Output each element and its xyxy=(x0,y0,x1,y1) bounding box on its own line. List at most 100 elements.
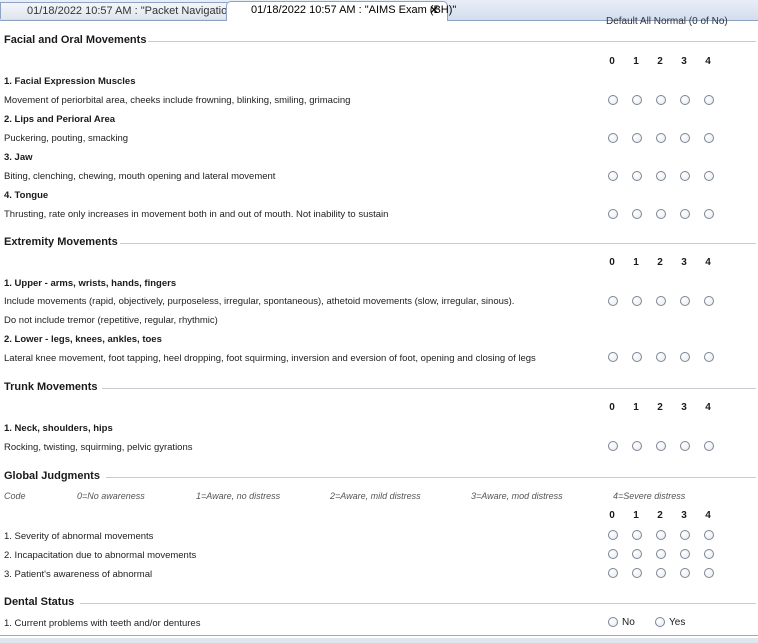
score-radio-group xyxy=(600,209,730,221)
score-radio-0[interactable] xyxy=(608,95,618,105)
score-radio-3[interactable] xyxy=(680,568,690,578)
score-radio-0[interactable] xyxy=(608,441,618,451)
item-description: Thrusting, rate only increases in moveme… xyxy=(4,209,389,220)
item-title: 4. Tongue xyxy=(4,190,49,201)
score-radio-0[interactable] xyxy=(608,171,618,181)
code-legend-3: 3=Aware, mod distress xyxy=(471,491,563,501)
score-radio-3[interactable] xyxy=(680,296,690,306)
score-scale-header: 0 1 2 3 4 xyxy=(600,56,730,70)
dental-option-yes: Yes xyxy=(669,617,686,628)
score-radio-group xyxy=(600,95,730,107)
divider xyxy=(120,243,756,244)
item-title: 1. Upper - arms, wrists, hands, fingers xyxy=(4,278,177,289)
score-radio-4[interactable] xyxy=(704,171,714,181)
score-radio-4[interactable] xyxy=(704,352,714,362)
score-radio-1[interactable] xyxy=(632,296,642,306)
scale-label: 0 xyxy=(609,257,615,268)
score-radio-3[interactable] xyxy=(680,133,690,143)
score-radio-0[interactable] xyxy=(608,209,618,219)
divider xyxy=(0,635,758,636)
scale-label: 0 xyxy=(609,56,615,67)
scale-label: 3 xyxy=(681,257,687,268)
section-title-dental-status: Dental Status xyxy=(4,596,75,608)
score-radio-1[interactable] xyxy=(632,549,642,559)
score-radio-1[interactable] xyxy=(632,133,642,143)
score-radio-4[interactable] xyxy=(704,441,714,451)
score-radio-2[interactable] xyxy=(656,209,666,219)
global-code-legend: Code 0=No awareness 1=Aware, no distress… xyxy=(4,491,704,503)
score-radio-2[interactable] xyxy=(656,549,666,559)
scale-label: 1 xyxy=(633,402,639,413)
scale-label: 4 xyxy=(705,510,711,521)
score-radio-4[interactable] xyxy=(704,530,714,540)
item-title: 2. Lips and Perioral Area xyxy=(4,114,116,125)
score-radio-group xyxy=(600,133,730,145)
score-radio-4[interactable] xyxy=(704,95,714,105)
section-title-global-judgments: Global Judgments xyxy=(4,470,100,482)
section-title-extremity: Extremity Movements xyxy=(4,236,118,248)
score-radio-3[interactable] xyxy=(680,530,690,540)
scale-label: 1 xyxy=(633,257,639,268)
score-radio-0[interactable] xyxy=(608,568,618,578)
score-radio-0[interactable] xyxy=(608,530,618,540)
section-title-facial-oral: Facial and Oral Movements xyxy=(4,34,147,46)
score-scale-header: 0 1 2 3 4 xyxy=(600,257,730,271)
scale-label: 2 xyxy=(657,510,663,521)
score-radio-1[interactable] xyxy=(632,171,642,181)
score-radio-3[interactable] xyxy=(680,549,690,559)
score-radio-0[interactable] xyxy=(608,549,618,559)
score-radio-group xyxy=(600,352,730,364)
divider xyxy=(106,477,756,478)
code-legend-0: 0=No awareness xyxy=(77,491,145,501)
score-radio-0[interactable] xyxy=(608,352,618,362)
score-radio-1[interactable] xyxy=(632,352,642,362)
score-radio-2[interactable] xyxy=(656,441,666,451)
score-radio-4[interactable] xyxy=(704,568,714,578)
item-title: 1. Neck, shoulders, hips xyxy=(4,423,113,434)
scale-label: 3 xyxy=(681,402,687,413)
dental-radio-yes[interactable] xyxy=(655,617,665,627)
item-description: Rocking, twisting, squirming, pelvic gyr… xyxy=(4,442,193,453)
scale-label: 1 xyxy=(633,510,639,521)
score-radio-4[interactable] xyxy=(704,209,714,219)
score-radio-4[interactable] xyxy=(704,549,714,559)
scale-label: 3 xyxy=(681,510,687,521)
score-radio-2[interactable] xyxy=(656,171,666,181)
score-radio-0[interactable] xyxy=(608,133,618,143)
scale-label: 0 xyxy=(609,510,615,521)
score-radio-2[interactable] xyxy=(656,352,666,362)
item-description: Lateral knee movement, foot tapping, hee… xyxy=(4,353,536,364)
close-icon[interactable]: ✕ xyxy=(429,2,439,19)
score-radio-4[interactable] xyxy=(704,296,714,306)
scale-label: 2 xyxy=(657,402,663,413)
score-radio-3[interactable] xyxy=(680,352,690,362)
score-radio-3[interactable] xyxy=(680,171,690,181)
score-radio-1[interactable] xyxy=(632,568,642,578)
score-radio-2[interactable] xyxy=(656,133,666,143)
item-description: Biting, clenching, chewing, mouth openin… xyxy=(4,171,276,182)
tab-packet-navigation[interactable]: 01/18/2022 10:57 AM : "Packet Navigation… xyxy=(0,2,263,19)
score-radio-2[interactable] xyxy=(656,296,666,306)
scale-label: 4 xyxy=(705,257,711,268)
dental-option-no: No xyxy=(622,617,635,628)
score-radio-2[interactable] xyxy=(656,530,666,540)
score-radio-group xyxy=(600,568,730,580)
score-radio-1[interactable] xyxy=(632,209,642,219)
score-radio-1[interactable] xyxy=(632,441,642,451)
score-radio-0[interactable] xyxy=(608,296,618,306)
dental-radio-no[interactable] xyxy=(608,617,618,627)
bottom-edge xyxy=(0,638,758,643)
score-radio-1[interactable] xyxy=(632,95,642,105)
score-radio-group xyxy=(600,549,730,561)
score-radio-2[interactable] xyxy=(656,95,666,105)
aims-exam-form: Default All Normal (0 of No) Facial and … xyxy=(0,16,758,643)
score-radio-2[interactable] xyxy=(656,568,666,578)
score-radio-3[interactable] xyxy=(680,209,690,219)
tab-aims-exam[interactable]: 01/18/2022 10:57 AM : "AIMS Exam (BH)" ✕ xyxy=(226,1,456,21)
score-radio-3[interactable] xyxy=(680,441,690,451)
score-radio-3[interactable] xyxy=(680,95,690,105)
score-radio-4[interactable] xyxy=(704,133,714,143)
item-description: Movement of periorbital area, cheeks inc… xyxy=(4,95,351,106)
score-radio-1[interactable] xyxy=(632,530,642,540)
divider xyxy=(102,388,756,389)
